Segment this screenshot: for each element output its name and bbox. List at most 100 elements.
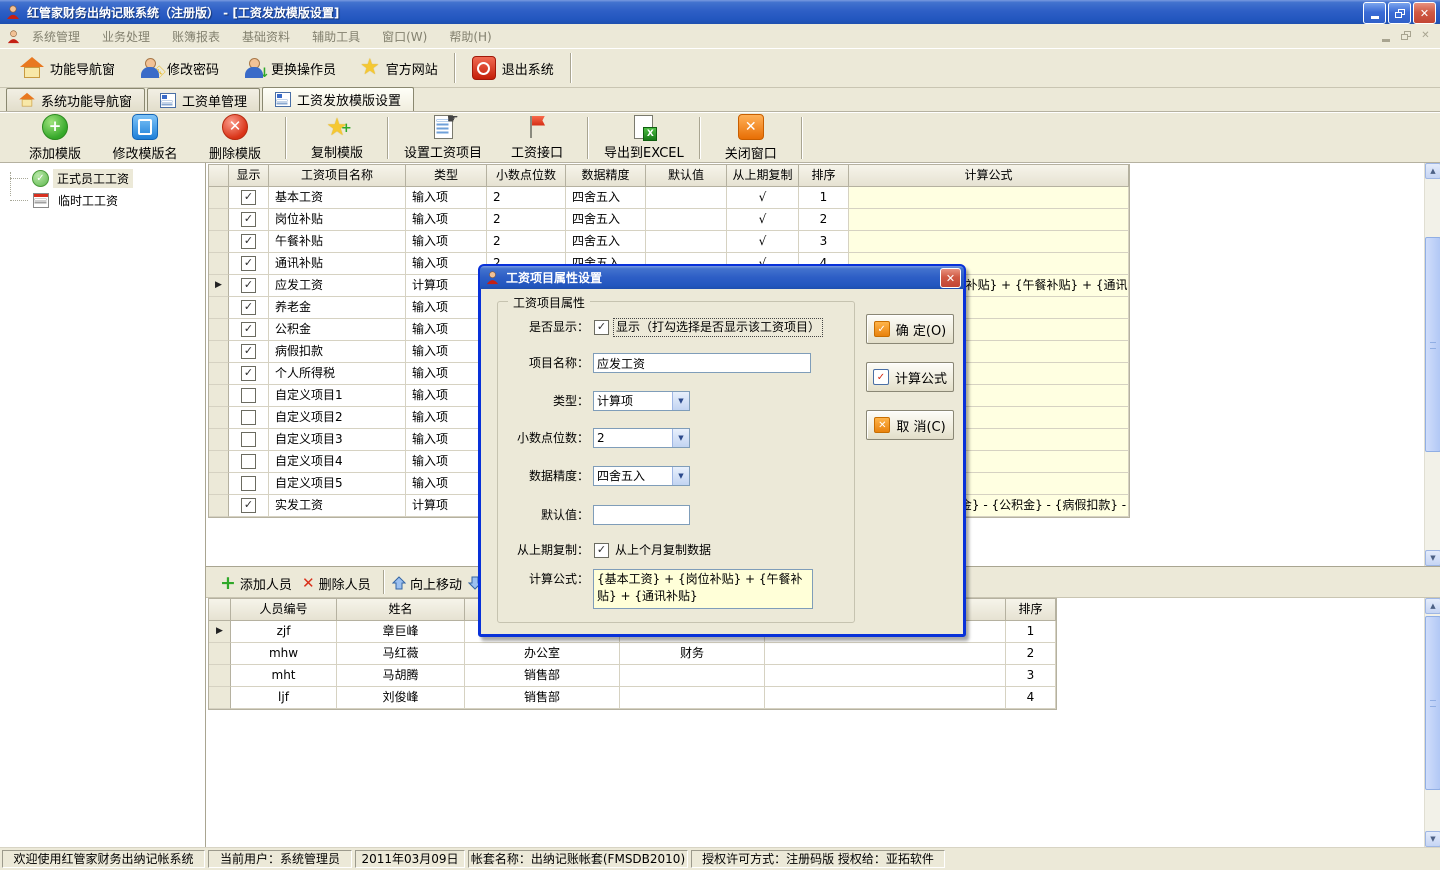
type-select[interactable]: 计算项 ▼ bbox=[593, 391, 690, 411]
nav-window-button[interactable]: 功能导航窗 bbox=[8, 50, 127, 86]
add-template-button[interactable]: + 添加模版 bbox=[10, 114, 100, 162]
show-checkbox[interactable]: ✓ bbox=[594, 320, 609, 335]
decimals-select[interactable]: 2 ▼ bbox=[593, 428, 690, 448]
col-show[interactable]: 显示 bbox=[229, 165, 269, 187]
person-scrollbar[interactable]: ▲ ▼ bbox=[1424, 598, 1440, 847]
show-checkbox[interactable] bbox=[241, 454, 256, 469]
show-checkbox[interactable] bbox=[241, 388, 256, 403]
menu-business[interactable]: 业务处理 bbox=[91, 28, 161, 45]
salary-item-row[interactable]: ✓ 基本工资 输入项 2 四舍五入 √ 1 bbox=[209, 187, 1129, 209]
col-person-id[interactable]: 人员编号 bbox=[231, 599, 337, 621]
copy-checkbox[interactable]: ✓ bbox=[594, 543, 609, 558]
menu-tools[interactable]: 辅助工具 bbox=[301, 28, 371, 45]
show-checkbox[interactable]: ✓ bbox=[241, 190, 256, 205]
person-row[interactable]: ljf 刘俊峰 销售部 4 bbox=[209, 687, 1056, 709]
show-checkbox-cell[interactable]: ✓ bbox=[229, 341, 269, 363]
close-button[interactable]: ✕ bbox=[1413, 2, 1436, 24]
show-checkbox-cell[interactable]: ✓ bbox=[229, 275, 269, 297]
dialog-close-button[interactable]: ✕ bbox=[940, 268, 961, 288]
items-scrollbar[interactable]: ▲ ▼ bbox=[1424, 163, 1440, 566]
add-person-button[interactable]: + 添加人员 bbox=[220, 571, 292, 595]
show-checkbox-cell[interactable] bbox=[229, 385, 269, 407]
remove-person-button[interactable]: ✕ 删除人员 bbox=[302, 571, 371, 595]
menu-system[interactable]: 系统管理 bbox=[21, 28, 91, 45]
show-checkbox[interactable]: ✓ bbox=[241, 498, 256, 513]
copy-checkbox-label[interactable]: 从上个月复制数据 bbox=[615, 542, 711, 559]
chevron-down-icon[interactable]: ▼ bbox=[672, 392, 689, 410]
show-checkbox-cell[interactable]: ✓ bbox=[229, 297, 269, 319]
tree-item-regular-staff[interactable]: ✓ 正式员工工资 bbox=[0, 168, 133, 188]
col-precision[interactable]: 数据精度 bbox=[566, 165, 646, 187]
col-copy[interactable]: 从上期复制 bbox=[727, 165, 799, 187]
scroll-thumb[interactable] bbox=[1425, 237, 1440, 452]
item-name-input[interactable] bbox=[593, 353, 811, 373]
show-checkbox-cell[interactable]: ✓ bbox=[229, 187, 269, 209]
show-checkbox[interactable]: ✓ bbox=[241, 256, 256, 271]
person-row[interactable]: mhw 马红薇 办公室 财务 2 bbox=[209, 643, 1056, 665]
delete-template-button[interactable]: ✕ 删除模版 bbox=[190, 114, 280, 162]
menu-window[interactable]: 窗口(W) bbox=[371, 28, 438, 45]
menu-basedata[interactable]: 基础资料 bbox=[231, 28, 301, 45]
formula-textarea[interactable]: {基本工资} + {岗位补贴} + {午餐补贴} + {通讯补贴} bbox=[593, 569, 813, 609]
show-checkbox[interactable]: ✓ bbox=[241, 212, 256, 227]
show-checkbox-cell[interactable]: ✓ bbox=[229, 231, 269, 253]
show-checkbox[interactable]: ✓ bbox=[241, 366, 256, 381]
tab-salary-template[interactable]: 工资发放模版设置 bbox=[262, 87, 414, 111]
show-checkbox-cell[interactable]: ✓ bbox=[229, 363, 269, 385]
show-checkbox[interactable]: ✓ bbox=[241, 278, 256, 293]
salary-item-row[interactable]: ✓ 午餐补贴 输入项 2 四舍五入 √ 3 bbox=[209, 231, 1129, 253]
col-default[interactable]: 默认值 bbox=[646, 165, 727, 187]
copy-template-button[interactable]: ★+ 复制模版 bbox=[292, 114, 382, 162]
show-checkbox[interactable] bbox=[241, 432, 256, 447]
show-checkbox[interactable] bbox=[241, 410, 256, 425]
show-checkbox[interactable]: ✓ bbox=[241, 234, 256, 249]
person-row[interactable]: mht 马胡腾 销售部 3 bbox=[209, 665, 1056, 687]
move-up-button[interactable]: 向上移动 bbox=[392, 571, 462, 595]
salary-interface-button[interactable]: 工资接口 bbox=[492, 114, 582, 162]
show-checkbox[interactable] bbox=[241, 476, 256, 491]
show-checkbox[interactable]: ✓ bbox=[241, 344, 256, 359]
default-value-input[interactable] bbox=[593, 505, 690, 525]
precision-select[interactable]: 四舍五入 ▼ bbox=[593, 466, 690, 486]
mdi-restore-button[interactable] bbox=[1397, 28, 1414, 43]
show-checkbox-label[interactable]: 显示（打勾选择是否显示该工资项目） bbox=[613, 318, 823, 337]
chevron-down-icon[interactable]: ▼ bbox=[672, 429, 689, 447]
col-formula[interactable]: 计算公式 bbox=[849, 165, 1129, 187]
show-checkbox-cell[interactable]: ✓ bbox=[229, 209, 269, 231]
scroll-down-button[interactable]: ▼ bbox=[1425, 550, 1440, 566]
switch-operator-button[interactable]: ↓ 更换操作员 bbox=[231, 50, 348, 86]
col-person-order[interactable]: 排序 bbox=[1006, 599, 1056, 621]
col-decimals[interactable]: 小数点位数 bbox=[487, 165, 566, 187]
setup-salary-items-button[interactable]: ☛ 设置工资项目 bbox=[394, 114, 492, 162]
tab-system-nav[interactable]: 系统功能导航窗 bbox=[6, 88, 145, 111]
scroll-down-button[interactable]: ▼ bbox=[1425, 831, 1440, 847]
col-type[interactable]: 类型 bbox=[406, 165, 487, 187]
show-checkbox-cell[interactable]: ✓ bbox=[229, 319, 269, 341]
mdi-minimize-button[interactable] bbox=[1377, 28, 1394, 43]
show-checkbox-cell[interactable] bbox=[229, 451, 269, 473]
close-window-button[interactable]: ✕ 关闭窗口 bbox=[706, 114, 796, 162]
menu-reports[interactable]: 账簿报表 bbox=[161, 28, 231, 45]
tree-item-temp-staff[interactable]: 临时工工资 bbox=[0, 190, 122, 210]
tab-salary-sheet[interactable]: 工资单管理 bbox=[147, 88, 260, 111]
show-checkbox-cell[interactable] bbox=[229, 407, 269, 429]
chevron-down-icon[interactable]: ▼ bbox=[672, 467, 689, 485]
export-excel-button[interactable]: 导出到EXCEL bbox=[594, 114, 694, 162]
menu-help[interactable]: 帮助(H) bbox=[438, 28, 502, 45]
col-name[interactable]: 工资项目名称 bbox=[269, 165, 406, 187]
cancel-button[interactable]: ✕ 取 消(C) bbox=[866, 410, 954, 440]
change-password-button[interactable]: ⚿ 修改密码 bbox=[127, 50, 231, 86]
scroll-up-button[interactable]: ▲ bbox=[1425, 598, 1440, 614]
show-checkbox-cell[interactable]: ✓ bbox=[229, 253, 269, 275]
show-checkbox-cell[interactable] bbox=[229, 429, 269, 451]
show-checkbox-cell[interactable] bbox=[229, 473, 269, 495]
exit-system-button[interactable]: 退出系统 bbox=[460, 50, 566, 86]
salary-item-row[interactable]: ✓ 岗位补贴 输入项 2 四舍五入 √ 2 bbox=[209, 209, 1129, 231]
minimize-button[interactable] bbox=[1363, 2, 1386, 24]
official-website-button[interactable]: ★ 官方网站 bbox=[348, 50, 450, 86]
formula-button[interactable]: ✓ 计算公式 bbox=[866, 362, 954, 392]
show-checkbox-cell[interactable]: ✓ bbox=[229, 495, 269, 517]
col-person-name[interactable]: 姓名 bbox=[337, 599, 465, 621]
rename-template-button[interactable]: 修改模版名 bbox=[100, 114, 190, 162]
col-order[interactable]: 排序 bbox=[799, 165, 849, 187]
